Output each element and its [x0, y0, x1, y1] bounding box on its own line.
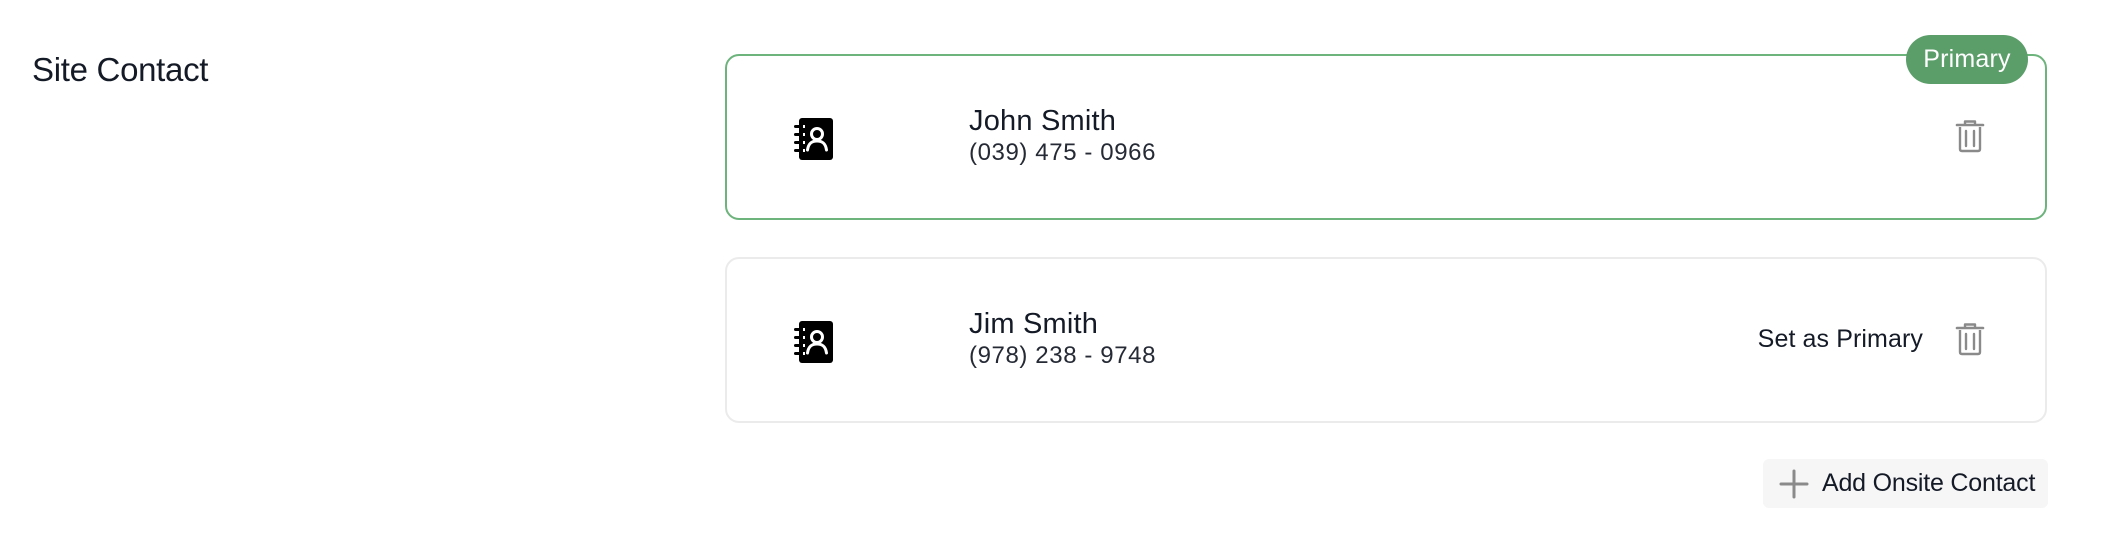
trash-icon[interactable] — [1955, 322, 1985, 356]
address-book-icon — [794, 118, 833, 160]
contact-card-primary[interactable]: John Smith (039) 475 - 0966 — [725, 54, 2047, 220]
add-onsite-contact-button[interactable]: Add Onsite Contact — [1763, 459, 2048, 508]
trash-icon[interactable] — [1955, 119, 1985, 153]
contact-phone: (978) 238 - 9748 — [969, 342, 1157, 369]
contact-name: John Smith — [969, 105, 1117, 137]
contact-info: John Smith (039) 475 - 0966 — [969, 104, 1156, 168]
section-title: Site Contact — [32, 51, 209, 88]
contact-phone: (039) 475 - 0966 — [969, 139, 1157, 166]
set-as-primary-button[interactable]: Set as Primary — [1758, 325, 1923, 354]
add-onsite-contact-label: Add Onsite Contact — [1822, 469, 2036, 497]
contact-card[interactable]: Jim Smith (978) 238 - 9748 Set as Primar… — [725, 257, 2047, 423]
contact-info: Jim Smith (978) 238 - 9748 — [969, 307, 1156, 371]
address-book-icon — [794, 321, 833, 363]
primary-badge: Primary — [1906, 35, 2028, 84]
contact-name: Jim Smith — [969, 308, 1099, 340]
plus-icon — [1779, 469, 1809, 498]
